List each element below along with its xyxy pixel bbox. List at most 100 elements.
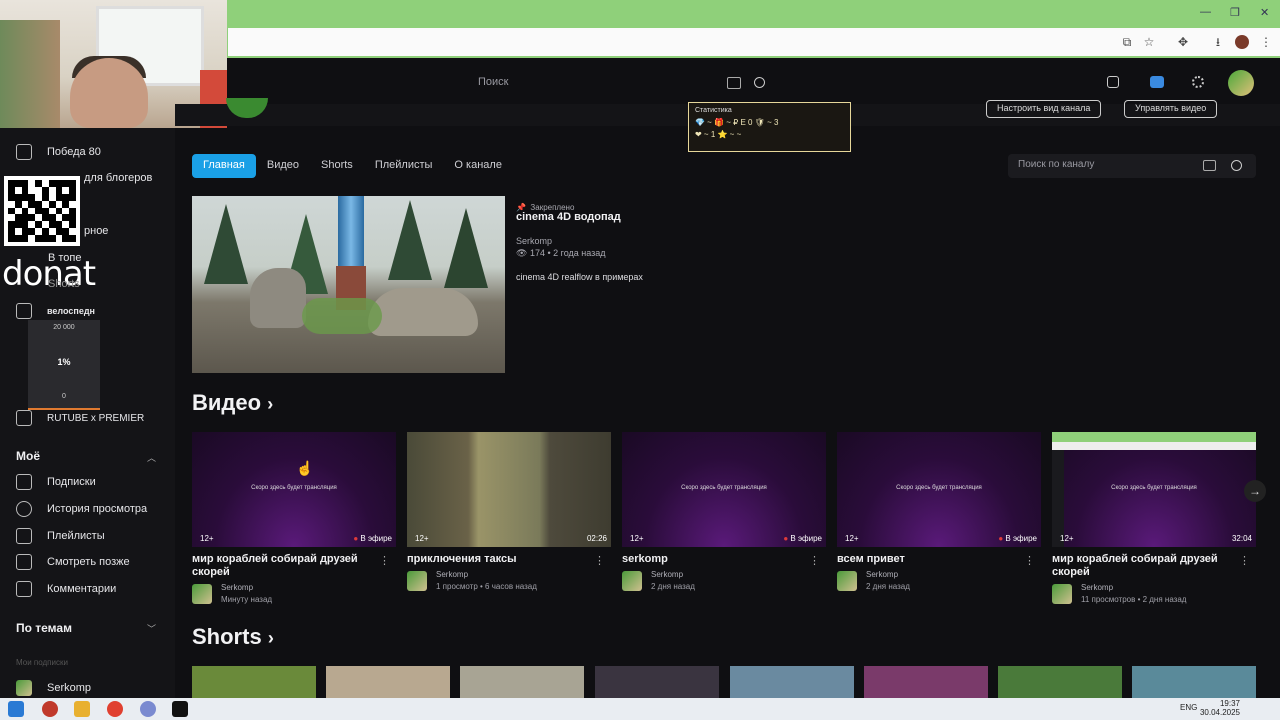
search-icon[interactable] — [754, 77, 765, 88]
video-thumbnail[interactable]: Скоро здесь будет трансляция 12+ 32:04 — [1052, 432, 1256, 547]
more-options-icon[interactable]: ⋮ — [1239, 554, 1250, 567]
video-thumbnail[interactable]: 12+ 02:26 — [407, 432, 611, 547]
avatar[interactable] — [1228, 70, 1254, 96]
channel-avatar-small[interactable] — [407, 570, 427, 591]
short-thumbnail[interactable] — [595, 666, 719, 700]
menu-icon[interactable]: ⋮ — [1259, 35, 1273, 49]
more-options-icon[interactable]: ⋮ — [379, 554, 390, 567]
videos-section-title[interactable]: Видео › — [192, 390, 273, 416]
chevron-up-icon[interactable]: ︿ — [147, 451, 156, 464]
sidebar-item-shorts[interactable]: Shorts — [48, 274, 80, 294]
sidebar-section-subs: Мои подписки — [16, 658, 68, 667]
manage-videos-button[interactable]: Управлять видео — [1124, 100, 1218, 118]
extension-icon[interactable]: ✥ — [1176, 35, 1190, 49]
video-card[interactable]: Скоро здесь будет трансляция 12+ ● В эфи… — [192, 432, 396, 604]
maximize-button[interactable]: ❐ — [1230, 6, 1240, 19]
more-options-icon[interactable]: ⋮ — [809, 554, 820, 567]
sidebar-item-label: История просмотра — [47, 503, 148, 515]
video-channel[interactable]: Serkomp — [1081, 583, 1186, 592]
sidebar-item-watch-later[interactable]: Смотреть позже — [16, 552, 130, 572]
app-icon[interactable] — [42, 701, 58, 717]
app-icon[interactable] — [140, 701, 156, 717]
sidebar-section-mine[interactable]: Моё — [16, 449, 40, 463]
channel-avatar-small[interactable] — [837, 570, 857, 591]
channel-search-input[interactable]: Поиск по каналу — [1008, 154, 1256, 178]
video-title[interactable]: мир кораблей собирай друзей скорей — [1052, 553, 1256, 579]
sidebar-item-label: Плейлисты — [47, 530, 105, 542]
cast-icon[interactable]: ⧉ — [1120, 35, 1134, 49]
chevron-down-icon[interactable]: ﹀ — [147, 622, 156, 635]
video-card[interactable]: Скоро здесь будет трансляция 12+ ● В эфи… — [837, 432, 1041, 591]
video-thumbnail[interactable]: Скоро здесь будет трансляция 12+ ● В эфи… — [622, 432, 826, 547]
windows-start-icon[interactable] — [8, 701, 24, 717]
featured-title[interactable]: cinema 4D водопад — [516, 211, 621, 223]
featured-channel[interactable]: Serkomp — [516, 236, 552, 246]
video-card[interactable]: Скоро здесь будет трансляция 12+ 32:04 м… — [1052, 432, 1256, 604]
search-icon[interactable] — [1231, 160, 1242, 171]
sidebar-item-top[interactable]: В топе — [48, 248, 82, 268]
close-window-button[interactable]: ✕ — [1260, 6, 1269, 19]
sidebar-item-history[interactable]: История просмотра — [16, 499, 147, 519]
star-icon[interactable]: ☆ — [1142, 35, 1156, 49]
obs-icon[interactable] — [172, 701, 188, 717]
video-channel[interactable]: Serkomp — [221, 583, 272, 592]
sidebar-item-premier[interactable]: RUTUBE x PREMIER — [16, 408, 144, 428]
more-options-icon[interactable]: ⋮ — [594, 554, 605, 567]
customize-channel-button[interactable]: Настроить вид канала — [986, 100, 1102, 118]
short-thumbnail[interactable] — [460, 666, 584, 700]
video-meta: 2 дня назад — [866, 582, 910, 591]
short-thumbnail[interactable] — [192, 666, 316, 700]
channel-avatar-small[interactable] — [1052, 583, 1072, 604]
short-thumbnail[interactable] — [1132, 666, 1256, 700]
video-title[interactable]: приключения таксы — [407, 553, 611, 566]
tab-home[interactable]: Главная — [192, 154, 256, 178]
short-thumbnail[interactable] — [998, 666, 1122, 700]
carousel-next-button[interactable]: → — [1244, 480, 1266, 502]
sidebar-section-topics[interactable]: По темам — [16, 621, 72, 635]
video-channel[interactable]: Serkomp — [651, 570, 695, 579]
sidebar-item-velo[interactable]: велоспедн — [16, 301, 95, 321]
tab-about[interactable]: О канале — [443, 154, 513, 178]
short-thumbnail[interactable] — [864, 666, 988, 700]
channel-avatar-small[interactable] — [192, 583, 212, 604]
folder-icon[interactable] — [74, 701, 90, 717]
tab-videos[interactable]: Видео — [256, 154, 310, 178]
sidebar-item-label: Комментарии — [47, 583, 117, 595]
video-card[interactable]: 12+ 02:26 приключения таксы ⋮ Serkomp 1 п… — [407, 432, 611, 591]
short-thumbnail[interactable] — [730, 666, 854, 700]
sidebar-item-bloggers[interactable]: для блогеров — [84, 168, 152, 188]
sidebar-item-pobeda[interactable]: Победа 80 — [16, 142, 101, 162]
keyboard-icon[interactable] — [1203, 160, 1216, 171]
system-clock[interactable]: 19:37 30.04.2025 — [1200, 699, 1240, 717]
theme-icon[interactable] — [1192, 76, 1204, 88]
language-indicator[interactable]: ENG — [1180, 703, 1197, 712]
download-icon[interactable]: ⭳ — [1211, 35, 1225, 49]
sidebar-item-comments[interactable]: Комментарии — [16, 579, 116, 599]
sidebar-item-interesting[interactable]: рное — [84, 221, 108, 241]
video-thumbnail[interactable]: Скоро здесь будет трансляция 12+ ● В эфи… — [192, 432, 396, 547]
video-channel[interactable]: Serkomp — [866, 570, 910, 579]
channel-avatar-small[interactable] — [622, 570, 642, 591]
sidebar-item-subscriptions[interactable]: Подписки — [16, 472, 96, 492]
chrome-icon[interactable] — [107, 701, 123, 717]
upload-icon[interactable] — [1107, 76, 1119, 88]
short-thumbnail[interactable] — [326, 666, 450, 700]
keyboard-icon[interactable] — [727, 77, 741, 89]
sidebar-item-playlists[interactable]: Плейлисты — [16, 526, 105, 546]
more-options-icon[interactable]: ⋮ — [1024, 554, 1035, 567]
video-title[interactable]: всем привет — [837, 553, 1041, 566]
video-thumbnail[interactable]: Скоро здесь будет трансляция 12+ ● В эфи… — [837, 432, 1041, 547]
tab-playlists[interactable]: Плейлисты — [364, 154, 444, 178]
profile-icon[interactable] — [1235, 35, 1249, 49]
minimize-button[interactable]: — — [1200, 6, 1211, 18]
video-title[interactable]: мир кораблей собирай друзей скорей — [192, 553, 396, 579]
video-card[interactable]: Скоро здесь будет трансляция 12+ ● В эфи… — [622, 432, 826, 591]
premier-icon — [16, 410, 32, 426]
tab-shorts[interactable]: Shorts — [310, 154, 364, 178]
video-title[interactable]: serkomp — [622, 553, 826, 566]
shorts-section-title[interactable]: Shorts › — [192, 624, 274, 650]
video-channel[interactable]: Serkomp — [436, 570, 537, 579]
featured-thumbnail[interactable] — [192, 196, 505, 373]
notifications-icon[interactable] — [1150, 76, 1164, 88]
sidebar-item-serkomp[interactable]: Serkomp — [16, 678, 91, 698]
